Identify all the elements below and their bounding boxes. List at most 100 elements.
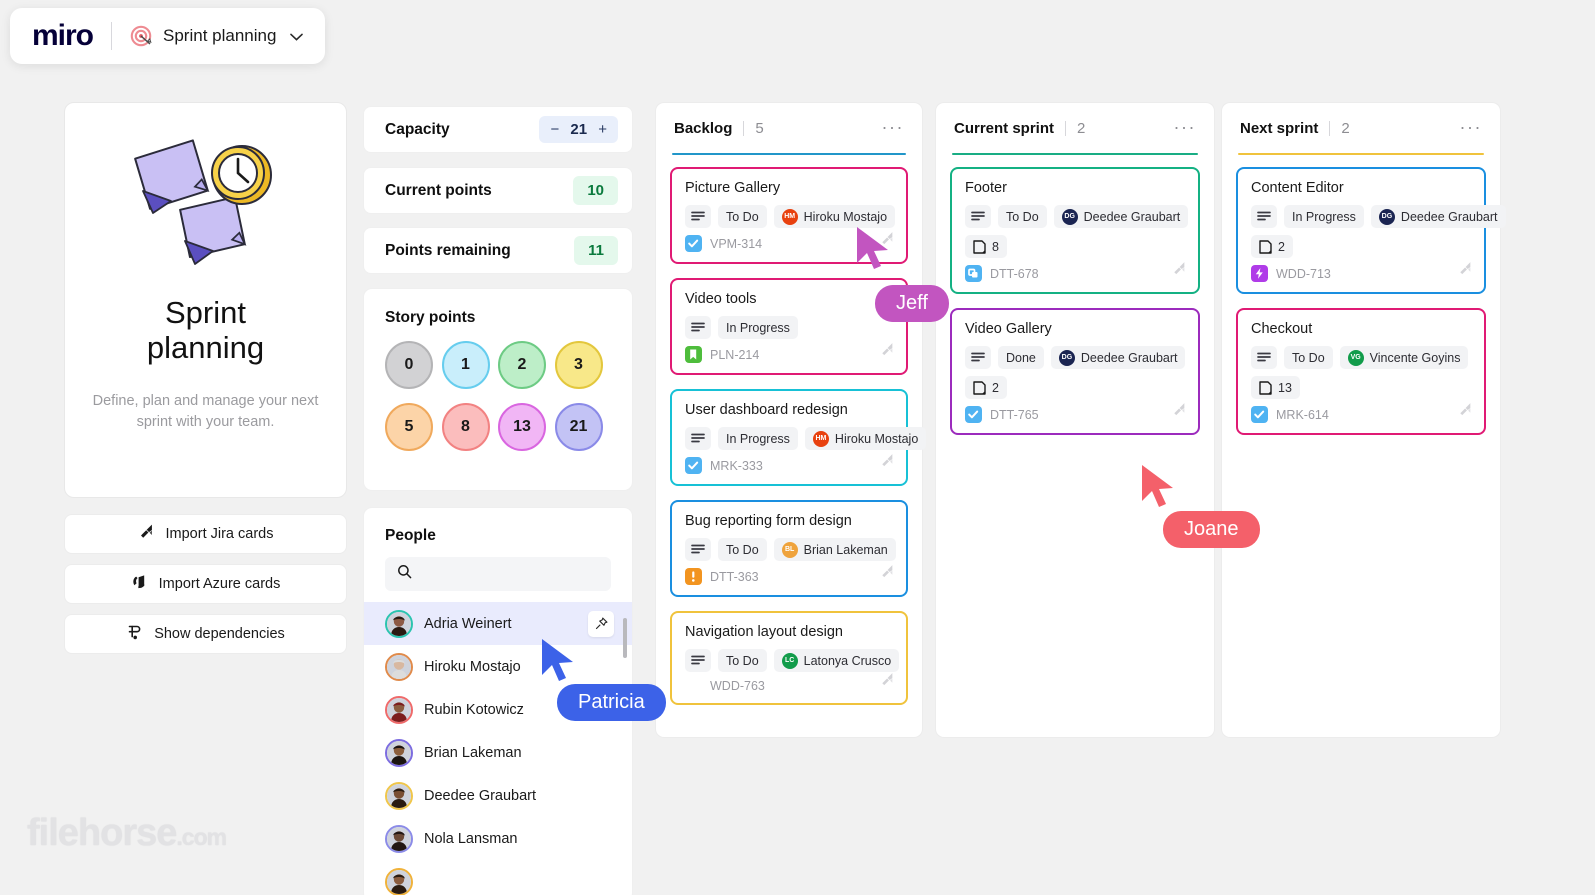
task-assignee-chip[interactable]: LC Latonya Crusco xyxy=(773,649,900,672)
search-icon xyxy=(397,564,412,584)
task-key: VPM-314 xyxy=(710,236,763,251)
task-assignee-chip[interactable]: BL Brian Lakeman xyxy=(773,538,896,561)
avatar xyxy=(385,824,413,853)
task-title: User dashboard redesign xyxy=(685,402,848,418)
story-point-chip-5[interactable]: 5 xyxy=(385,403,433,451)
story-point-chip-1[interactable]: 1 xyxy=(441,341,490,389)
task-key: PLN-214 xyxy=(710,347,760,362)
column-menu-button[interactable]: ··· xyxy=(882,118,904,136)
import-azure-cards-button[interactable]: Import Azure cards xyxy=(64,564,347,604)
assignee-name: Hiroku Mostajo xyxy=(834,431,919,446)
avatar xyxy=(385,738,413,767)
column-menu-button[interactable]: ··· xyxy=(1460,118,1482,136)
description-icon xyxy=(965,346,991,369)
person-list-item[interactable]: Nola Lansman xyxy=(364,817,632,860)
task-status-chip[interactable]: To Do xyxy=(1284,346,1333,369)
person-list-item[interactable] xyxy=(364,860,632,895)
story-points-chip[interactable]: 2 xyxy=(965,376,1007,399)
task-status-chip[interactable]: In Progress xyxy=(718,316,798,339)
task-assignee-chip[interactable]: DG Deedee Graubart xyxy=(1050,346,1186,369)
capacity-decrement-button[interactable]: − xyxy=(550,122,559,137)
story-point-value: 3 xyxy=(574,356,583,373)
task-assignee-chip[interactable]: HM Hiroku Mostajo xyxy=(804,427,927,450)
task-status-chip[interactable]: To Do xyxy=(718,205,767,228)
assignee-avatar: HM xyxy=(781,208,798,225)
jira-source-icon xyxy=(1458,262,1473,282)
target-icon xyxy=(130,24,154,48)
story-icon xyxy=(1251,406,1268,423)
column-menu-button[interactable]: ··· xyxy=(1174,118,1196,136)
intro-title-line2: planning xyxy=(146,330,265,365)
pin-icon[interactable] xyxy=(588,610,614,637)
capacity-stepper[interactable]: − 21 + xyxy=(539,116,618,143)
task-status-chip[interactable]: To Do xyxy=(718,649,767,672)
task-title: Picture Gallery xyxy=(685,180,781,196)
person-list-item[interactable]: Brian Lakeman xyxy=(364,731,632,774)
epic-icon xyxy=(685,346,702,363)
task-card[interactable]: Content Editor In Progress DG Deedee Grauba… xyxy=(1236,167,1506,294)
task-status-chip[interactable]: Done xyxy=(998,346,1044,369)
task-key-row: DTT-678 xyxy=(965,265,1185,282)
task-card[interactable]: Video tools In Progress PLN-214 xyxy=(670,278,908,375)
board-selector[interactable]: Sprint planning xyxy=(130,24,304,48)
jira-source-icon xyxy=(1172,262,1187,282)
task-status-chip[interactable]: In Progress xyxy=(1284,205,1364,228)
task-card[interactable]: Picture Gallery To Do HM Hiroku Mostajo VPM-… xyxy=(670,167,908,264)
column-title: Backlog xyxy=(674,119,733,137)
task-card[interactable]: Checkout To Do VG Vincente Goyins 13 MRK-614 xyxy=(1236,308,1486,435)
story-icon xyxy=(965,406,982,423)
task-status-chip[interactable]: In Progress xyxy=(718,427,798,450)
person-list-item[interactable]: Hiroku Mostajo xyxy=(364,645,632,688)
story-point-chip-2[interactable]: 2 xyxy=(498,341,546,389)
story-point-chip-13[interactable]: 13 xyxy=(498,403,546,451)
story-point-chip-0[interactable]: 0 xyxy=(385,341,433,389)
story-point-chip-21[interactable]: 21 xyxy=(554,403,603,451)
person-list-item[interactable]: Adria Weinert xyxy=(364,602,632,645)
task-card[interactable]: Footer To Do DG Deedee Graubart 8 DTT-678 xyxy=(950,167,1200,294)
story-point-chip-8[interactable]: 8 xyxy=(441,403,490,451)
task-key-row: MRK-614 xyxy=(1251,406,1471,423)
column-accent-rule xyxy=(672,153,906,155)
task-status-chip[interactable]: To Do xyxy=(718,538,767,561)
task-key-row: WDD-713 xyxy=(1251,265,1471,282)
task-meta-row: To Do LC Latonya Crusco xyxy=(685,649,900,672)
jira-source-icon xyxy=(880,673,895,693)
task-meta-row: In Progress HM Hiroku Mostajo xyxy=(685,427,927,450)
task-assignee-chip[interactable]: DG Deedee Graubart xyxy=(1370,205,1506,228)
person-list-item[interactable]: Deedee Graubart xyxy=(364,774,632,817)
task-meta-row: To Do VG Vincente Goyins xyxy=(1251,346,1471,369)
task-card[interactable]: Navigation layout design To Do LC Latonya C… xyxy=(670,611,908,705)
task-title: Navigation layout design xyxy=(685,624,843,640)
description-icon xyxy=(685,649,711,672)
task-card[interactable]: Bug reporting form design To Do BL Brian La… xyxy=(670,500,908,597)
column-title: Current sprint xyxy=(954,119,1055,137)
task-points-row: 13 xyxy=(1251,376,1471,399)
task-card[interactable]: Video Gallery Done DG Deedee Graubart 2 DTT-7… xyxy=(950,308,1200,435)
import-jira-cards-button[interactable]: Import Jira cards xyxy=(64,514,347,554)
story-points-chip[interactable]: 13 xyxy=(1251,376,1300,399)
task-title: Checkout xyxy=(1251,321,1313,337)
description-icon xyxy=(1251,205,1277,228)
task-assignee-chip[interactable]: DG Deedee Graubart xyxy=(1053,205,1189,228)
people-scrollbar[interactable] xyxy=(623,618,627,658)
task-status-chip[interactable]: To Do xyxy=(998,205,1047,228)
column-title: Next sprint xyxy=(1240,119,1319,137)
show-dependencies-button[interactable]: Show dependencies xyxy=(64,614,347,654)
capacity-increment-button[interactable]: + xyxy=(598,122,607,137)
story-point-chip-3[interactable]: 3 xyxy=(554,341,603,389)
story-point-value: 21 xyxy=(569,418,588,435)
task-assignee-chip[interactable]: HM Hiroku Mostajo xyxy=(773,205,896,228)
azure-icon xyxy=(131,574,148,595)
description-icon xyxy=(965,205,991,228)
story-point-value: 0 xyxy=(404,356,414,373)
task-key-row: MRK-333 xyxy=(685,457,893,474)
assignee-name: Hiroku Mostajo xyxy=(803,209,888,224)
story-points-chip[interactable]: 8 xyxy=(965,235,1007,258)
task-assignee-chip[interactable]: VG Vincente Goyins xyxy=(1339,346,1469,369)
story-points-chip[interactable]: 2 xyxy=(1251,235,1293,258)
people-search[interactable] xyxy=(385,557,611,591)
person-name: Hiroku Mostajo xyxy=(424,658,521,675)
task-key-row: WDD-763 xyxy=(685,679,893,693)
show-dependencies-label: Show dependencies xyxy=(154,626,285,642)
task-card[interactable]: User dashboard redesign In Progress HM Hiro… xyxy=(670,389,927,486)
